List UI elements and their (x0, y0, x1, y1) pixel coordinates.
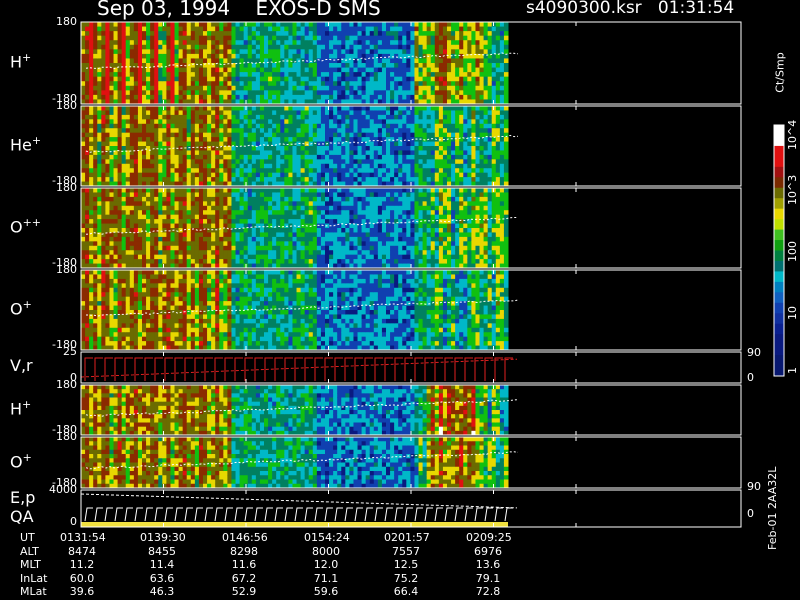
spectrogram-plot (80, 21, 785, 528)
heatmap-panel-5 (81, 385, 519, 436)
ep-panel (80, 493, 518, 527)
footer-id: Feb-01 2AA32L (766, 466, 779, 550)
panel-label-5: H+ (10, 398, 31, 418)
time-axis-mlt-0: 11.2 (69, 558, 95, 571)
right-tick-bottom-4: 0 (747, 371, 754, 384)
panel-label-1: He+ (10, 134, 41, 154)
colorbar (773, 124, 785, 377)
ytick-max-2: 180 (56, 181, 77, 194)
ytick-max-4: 25 (63, 345, 77, 358)
panel-label-sup: + (22, 298, 32, 311)
colorbar-tick-3: 10 (786, 306, 799, 320)
panel-label-6: O+ (10, 451, 32, 471)
vr-panel (80, 357, 518, 381)
row-label-mlat: MLat (20, 585, 47, 598)
time-axis-alt-3: 8000 (312, 544, 340, 558)
ytick-max-6: 180 (56, 430, 77, 443)
time-axis-alt-1: 8455 (148, 544, 176, 558)
time-axis-ut-3: 0154:24 (304, 531, 350, 544)
colorbar-tick-1: 10^3 (786, 174, 799, 205)
right-tick-top-4: 90 (747, 346, 761, 359)
time-axis-mlat-3: 59.6 (313, 585, 339, 598)
time-axis-mlat-2: 52.9 (231, 585, 257, 598)
panel-label-0: H+ (10, 51, 31, 71)
row-label-mlt: MLT (20, 558, 41, 571)
time-axis-ut-5: 0209:25 (466, 531, 512, 544)
time-axis-ut-4: 0201:57 (384, 531, 430, 544)
time-axis-mlat-1: 46.3 (149, 585, 175, 598)
heatmap-panel-3 (81, 270, 519, 351)
panel-frame-4 (80, 351, 742, 384)
qa-bar (81, 522, 508, 527)
time-axis-invlat-4: 75.2 (393, 571, 419, 585)
time-axis-invlat-2: 67.2 (231, 571, 257, 585)
panel-label-text: O (10, 299, 23, 319)
heatmap-panel-0 (81, 22, 519, 105)
heatmap-panel-6 (81, 437, 519, 489)
ytick-max-7: 4000 (49, 483, 77, 496)
time-axis-ut-2: 0146:56 (222, 531, 268, 544)
time-axis-ut-0: 0131:54 (60, 531, 106, 544)
row-label-inlat: InLat (20, 571, 48, 585)
time-axis-mlat-5: 72.8 (475, 585, 501, 598)
time-axis-alt-0: 8474 (68, 544, 96, 558)
ytick-max-5: 180 (56, 378, 77, 391)
time-axis-invlat-1: 63.6 (149, 571, 175, 585)
time-axis-ut-1: 0139:30 (140, 531, 186, 544)
panel-label-text: O (10, 451, 23, 471)
time-axis-alt-4: 7557 (392, 544, 420, 558)
colorbar-tick-0: 10^4 (786, 119, 799, 150)
time-axis-mlt-4: 12.5 (393, 558, 419, 571)
row-label-alt: ALT (20, 544, 39, 558)
time-axis-mlt-2: 11.6 (231, 558, 257, 571)
time-axis-mlat-0: 39.6 (69, 585, 95, 598)
time-axis-mlat-4: 66.4 (393, 585, 419, 598)
time-axis-mlt-3: 12.0 (313, 558, 339, 571)
panel-label-text: H (10, 399, 23, 419)
time-axis-invlat-5: 79.1 (475, 571, 501, 585)
colorbar-tick-4: 1 (786, 367, 799, 374)
panel-label-text: H (10, 52, 23, 72)
ytick-max-0: 180 (56, 15, 77, 28)
row-label-ut: UT (20, 531, 35, 544)
panel-label-sup: + (22, 398, 32, 411)
time-axis-invlat-0: 60.0 (69, 571, 95, 585)
time-axis-alt-2: 8298 (230, 544, 258, 558)
colorbar-unit-label: Ct/Smp (773, 52, 787, 93)
colorbar-tick-2: 100 (786, 241, 799, 262)
panel-label-text: He (10, 135, 32, 155)
panel-label-sup: + (22, 51, 32, 64)
ytick-max-1: 180 (56, 99, 77, 112)
time-axis-mlt-1: 11.4 (149, 558, 175, 571)
heatmap-panel-1 (81, 106, 519, 187)
panel-label-sup: + (31, 134, 42, 147)
panel-label-text: O (10, 217, 23, 237)
panel-label-2: O++ (10, 216, 41, 236)
ytick-min-7: 0 (70, 515, 77, 528)
time-axis-alt-5: 6976 (474, 544, 502, 558)
time-axis-invlat-3: 71.1 (313, 571, 339, 585)
panel-label-sup: ++ (22, 216, 42, 229)
time-axis-mlt-5: 13.6 (475, 558, 501, 571)
panel-label-sup: + (22, 450, 32, 464)
ytick-max-3: 180 (56, 263, 77, 276)
right-tick-top-7: 90 (747, 480, 761, 493)
heatmap-panel-2 (81, 188, 518, 269)
right-tick-bottom-7: 0 (747, 507, 754, 520)
panel-label-3: O+ (10, 298, 32, 318)
